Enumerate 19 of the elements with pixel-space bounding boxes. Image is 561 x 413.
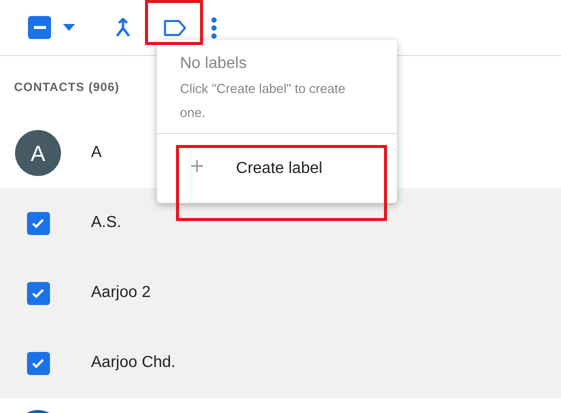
more-options-icon[interactable] [211,16,217,38]
select-all-checkbox[interactable] [28,16,51,39]
checkbox[interactable] [26,212,50,234]
contact-row[interactable]: Aarjoo 2 [0,258,561,328]
contact-name[interactable]: Aarjoo Chd. [91,351,176,375]
section-header: CONTACTS (906) [14,79,120,96]
menu-title: No labels [180,54,248,74]
menu-hint: Click "Create label" to create one. [180,80,346,122]
contact-row[interactable]: Aarjoo Chd. [0,328,561,398]
checkbox[interactable] [26,352,50,374]
avatar: A [15,130,61,176]
highlight-frame [145,0,203,45]
label-icon[interactable] [162,18,188,36]
caret-icon[interactable] [63,24,75,31]
merge-icon[interactable] [113,18,133,38]
contact-name[interactable]: A [91,141,102,165]
contact-name[interactable]: A.S. [91,211,122,235]
checkbox[interactable] [26,282,50,304]
contact-name[interactable]: Aarjoo 2 [91,281,151,305]
